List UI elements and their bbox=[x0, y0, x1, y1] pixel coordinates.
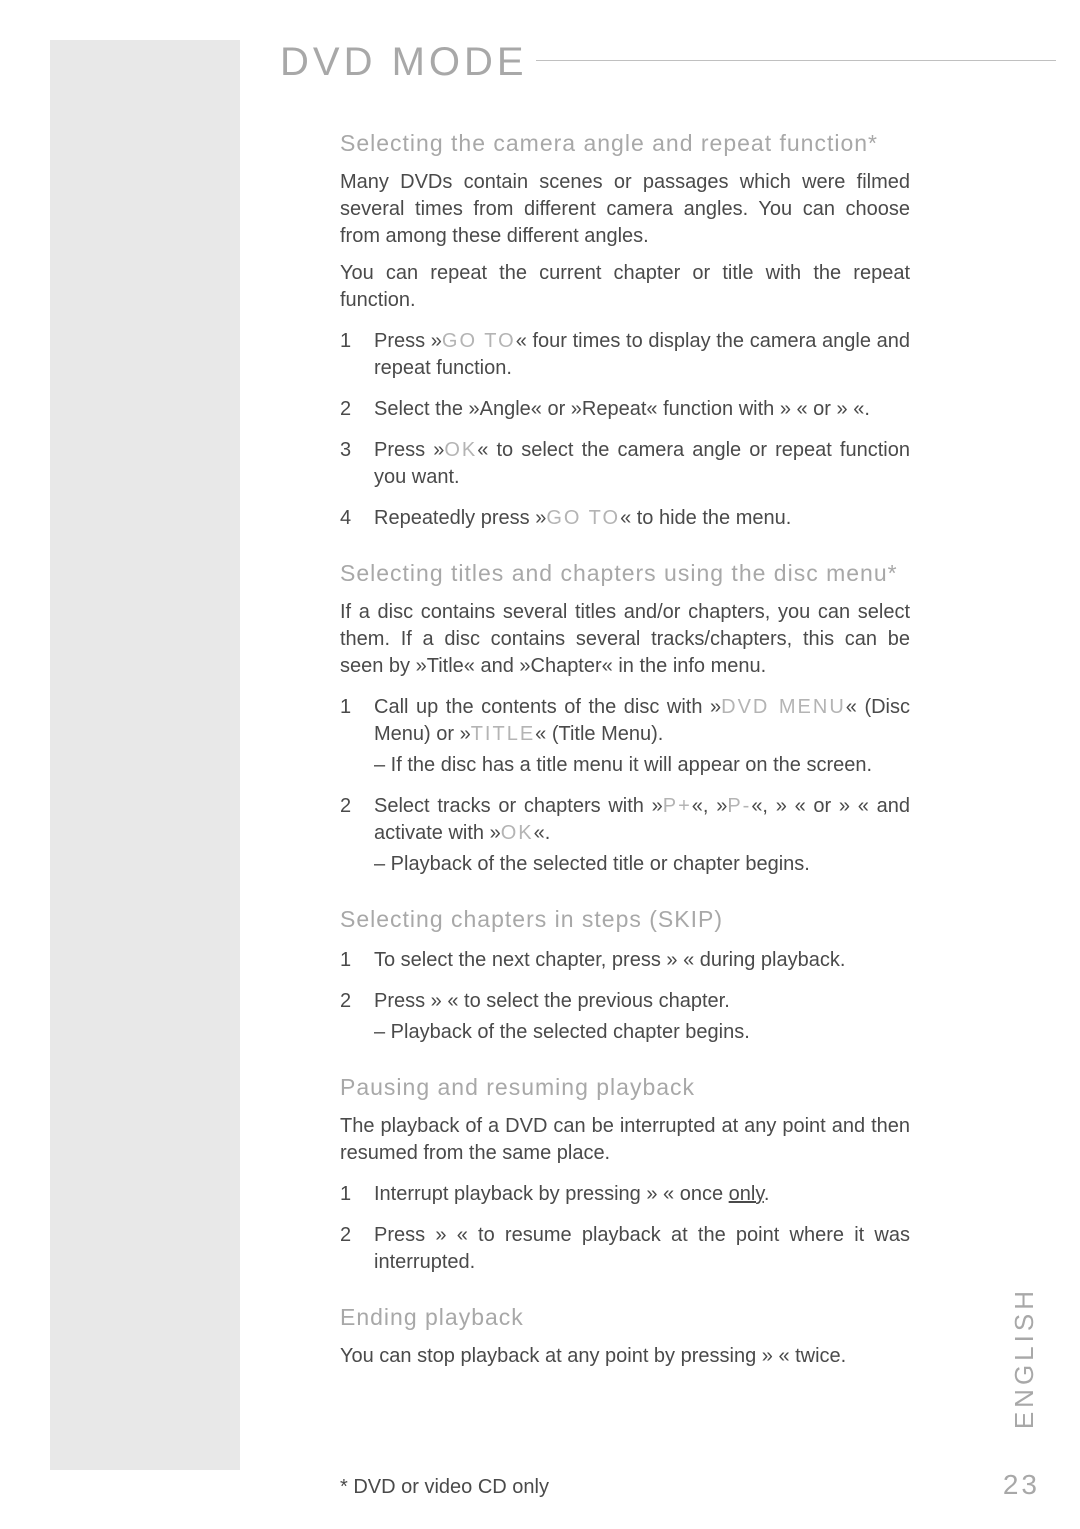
step-text: « to hide the menu. bbox=[620, 507, 791, 529]
language-label: ENGLISH bbox=[1009, 1287, 1040, 1429]
heading-pause: Pausing and resuming playback bbox=[340, 1074, 910, 1101]
step-1: Call up the contents of the disc with »D… bbox=[340, 694, 910, 779]
step-text: Interrupt playback by pressing » « once bbox=[374, 1183, 729, 1205]
page-title-text: DVD MODE bbox=[280, 40, 528, 84]
step-text: « (Title Menu). bbox=[535, 723, 663, 745]
btn-pminus: P- bbox=[727, 795, 751, 817]
footnote: * DVD or video CD only bbox=[340, 1476, 549, 1499]
step-1: Interrupt playback by pressing » « once … bbox=[340, 1181, 910, 1208]
page-number: 23 bbox=[1003, 1469, 1040, 1501]
para-camera-1: Many DVDs contain scenes or passages whi… bbox=[340, 169, 910, 250]
steps-disc: Call up the contents of the disc with »D… bbox=[340, 694, 910, 878]
step-underline: only bbox=[729, 1183, 764, 1205]
steps-pause: Interrupt playback by pressing » « once … bbox=[340, 1181, 910, 1276]
btn-title: TITLE bbox=[471, 723, 535, 745]
step-3: Press »OK« to select the camera angle or… bbox=[340, 437, 910, 491]
step-text: Press » « to select the previous chapter… bbox=[374, 990, 730, 1012]
step-2: Select the »Angle« or »Repeat« function … bbox=[340, 396, 910, 423]
btn-goto: GO TO bbox=[442, 330, 516, 352]
steps-skip: To select the next chapter, press » « du… bbox=[340, 947, 910, 1046]
step-1: To select the next chapter, press » « du… bbox=[340, 947, 910, 974]
btn-pplus: P+ bbox=[663, 795, 692, 817]
para-camera-2: You can repeat the current chapter or ti… bbox=[340, 260, 910, 314]
para-end-1: You can stop playback at any point by pr… bbox=[340, 1343, 910, 1370]
step-2: Select tracks or chapters with »P+«, »P-… bbox=[340, 793, 910, 878]
heading-skip: Selecting chapters in steps (SKIP) bbox=[340, 906, 910, 933]
step-text: Press » bbox=[374, 439, 444, 461]
para-disc-1: If a disc contains several titles and/or… bbox=[340, 599, 910, 680]
step-text: «. bbox=[534, 822, 551, 844]
btn-ok: OK bbox=[444, 439, 477, 461]
heading-camera-angle: Selecting the camera angle and repeat fu… bbox=[340, 130, 910, 157]
btn-dvd-menu: DVD MENU bbox=[721, 696, 846, 718]
title-rule bbox=[536, 60, 1056, 61]
step-note: – Playback of the selected title or chap… bbox=[374, 851, 910, 878]
step-4: Repeatedly press »GO TO« to hide the men… bbox=[340, 505, 910, 532]
heading-end: Ending playback bbox=[340, 1304, 910, 1331]
page-title: DVD MODE bbox=[280, 40, 920, 85]
left-margin-bar bbox=[50, 40, 240, 1470]
step-note: – Playback of the selected chapter begin… bbox=[374, 1019, 910, 1046]
step-text: Press » bbox=[374, 330, 442, 352]
step-text: Repeatedly press » bbox=[374, 507, 546, 529]
step-text: «, » bbox=[692, 795, 728, 817]
step-note: – If the disc has a title menu it will a… bbox=[374, 752, 910, 779]
step-1: Press »GO TO« four times to display the … bbox=[340, 328, 910, 382]
heading-disc-menu: Selecting titles and chapters using the … bbox=[340, 560, 910, 587]
step-text: Select tracks or chapters with » bbox=[374, 795, 663, 817]
btn-goto: GO TO bbox=[546, 507, 620, 529]
steps-camera: Press »GO TO« four times to display the … bbox=[340, 328, 910, 532]
step-2: Press » « to resume playback at the poin… bbox=[340, 1222, 910, 1276]
page-content: DVD MODE Selecting the camera angle and … bbox=[280, 40, 920, 1380]
btn-ok: OK bbox=[501, 822, 534, 844]
step-2: Press » « to select the previous chapter… bbox=[340, 988, 910, 1046]
step-text: Call up the contents of the disc with » bbox=[374, 696, 721, 718]
step-text: . bbox=[764, 1183, 770, 1205]
para-pause-1: The playback of a DVD can be interrupted… bbox=[340, 1113, 910, 1167]
